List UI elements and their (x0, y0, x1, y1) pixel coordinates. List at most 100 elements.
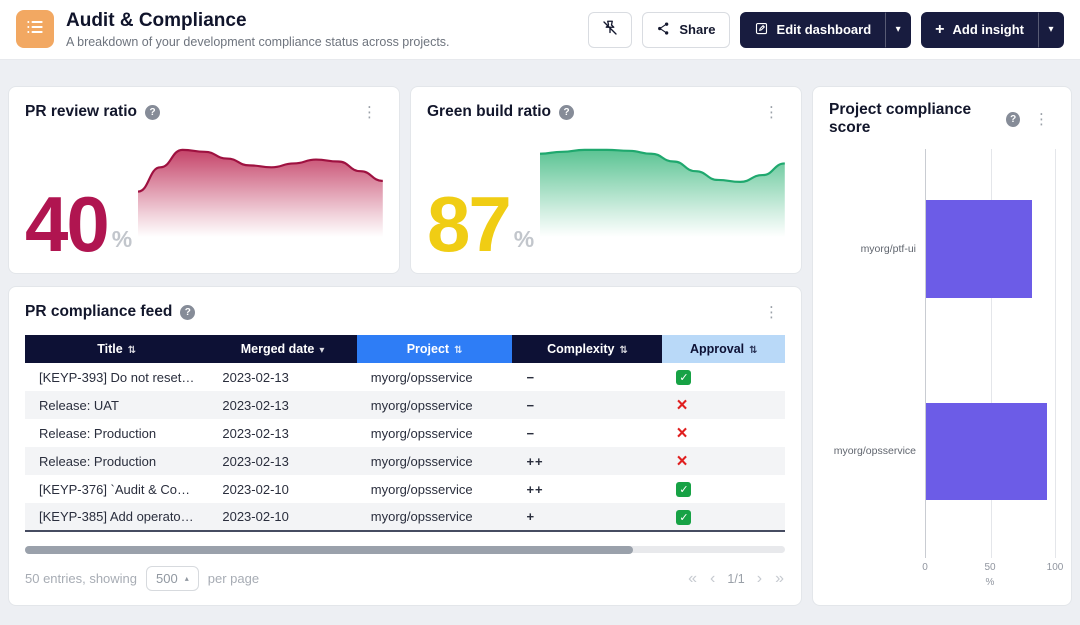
approval-fail-icon: × (676, 395, 687, 416)
prev-page-button[interactable]: ‹ (709, 570, 716, 588)
edit-dashboard-label: Edit dashboard (777, 22, 872, 37)
cell-complexity: ++ (512, 447, 662, 475)
column-label: Approval (690, 342, 744, 356)
pin-off-icon (601, 19, 619, 40)
column-label: Complexity (547, 342, 614, 356)
x-axis-label: % (925, 577, 1055, 591)
cell-merged-date: 2023-02-10 (208, 475, 356, 503)
pr-review-value: 40 (25, 190, 108, 259)
share-button[interactable]: Share (642, 12, 729, 48)
cell-approval: ✓ (662, 475, 785, 503)
card-menu-button[interactable]: ⋮ (758, 301, 785, 323)
cell-title: [KEYP-376] `Audit & Co… (25, 475, 208, 503)
share-button-label: Share (679, 22, 715, 37)
pr-feed-table: Title ⇅ Merged date▾Project⇅ Complexity ⇅ App… (25, 335, 785, 532)
column-header-project[interactable]: Project⇅ (357, 335, 513, 363)
card-menu-button[interactable]: ⋮ (758, 101, 785, 123)
unpin-button[interactable] (588, 12, 632, 48)
sort-icon: ⇅ (454, 345, 462, 356)
add-insight-label: Add insight (953, 22, 1025, 37)
cell-complexity: ++ (512, 475, 662, 503)
card-title: PR review ratio (25, 103, 137, 121)
card-menu-button[interactable]: ⋮ (356, 101, 383, 123)
plus-icon: + (935, 21, 944, 39)
cell-title: Release: UAT (25, 391, 208, 419)
cell-complexity: − (512, 391, 662, 419)
next-page-button[interactable]: › (756, 570, 763, 588)
page-size-select[interactable]: 500 ▴ (146, 566, 199, 591)
dashboard-content: PR review ratio ? ⋮ 40 % (0, 60, 1080, 606)
column-header-approval[interactable]: Approval⇅ (662, 335, 785, 363)
add-insight-split-button: + Add insight ▾ (921, 12, 1064, 48)
pr-compliance-feed-card: PR compliance feed ? ⋮ Title ⇅ Merged date… (8, 286, 802, 606)
bar-chart-plot-area (925, 149, 1055, 558)
approval-pass-icon: ✓ (676, 510, 691, 525)
x-tick: 0 (922, 562, 928, 573)
help-icon[interactable]: ? (145, 105, 160, 120)
help-icon[interactable]: ? (180, 305, 195, 320)
column-label: Title (97, 342, 122, 356)
cell-merged-date: 2023-02-13 (208, 363, 356, 391)
gridline-100 (1055, 149, 1056, 558)
bar-category-label: myorg/opsservice (834, 445, 916, 457)
card-title: PR compliance feed (25, 303, 172, 321)
column-header-merged-date[interactable]: Merged date▾ (208, 335, 356, 363)
pr-review-sparkline-chart (138, 133, 383, 237)
approval-pass-icon: ✓ (676, 370, 691, 385)
table-row: [KEYP-376] `Audit & Co…2023-02-10myorg/o… (25, 475, 785, 503)
table-header-row: Title ⇅ Merged date▾Project⇅ Complexity ⇅ App… (25, 335, 785, 363)
page-subtitle: A breakdown of your development complian… (66, 35, 450, 49)
cell-approval: × (662, 419, 785, 447)
approval-pass-icon: ✓ (676, 482, 691, 497)
column-header-title[interactable]: Title ⇅ (25, 335, 208, 363)
help-icon[interactable]: ? (1006, 112, 1020, 127)
cell-title: [KEYP-385] Add operato… (25, 503, 208, 531)
bar-myorg-ptf-ui[interactable] (926, 200, 1032, 298)
approval-fail-icon: × (676, 451, 687, 472)
list-icon (25, 17, 45, 42)
approval-fail-icon: × (676, 423, 687, 444)
sort-icon: ⇅ (619, 345, 627, 356)
green-build-sparkline-chart (540, 133, 785, 237)
cell-merged-date: 2023-02-13 (208, 419, 356, 447)
help-icon[interactable]: ? (559, 105, 574, 120)
sort-icon: ⇅ (128, 345, 136, 356)
green-build-ratio-card: Green build ratio ? ⋮ 87 % (410, 86, 802, 274)
edit-pencil-icon (754, 21, 769, 39)
project-compliance-score-card: Project compliance score ? ⋮ myorg/ptf-u… (812, 86, 1072, 606)
cell-project: myorg/opsservice (357, 475, 513, 503)
table-row: Release: UAT2023-02-13myorg/opsservice−× (25, 391, 785, 419)
chevron-down-icon: ▾ (896, 24, 901, 35)
bar-category-label: myorg/ptf-ui (861, 243, 916, 255)
page-header: Audit & Compliance A breakdown of your d… (0, 0, 1080, 60)
dashboard-icon-tile (16, 10, 54, 48)
pr-review-ratio-card: PR review ratio ? ⋮ 40 % (8, 86, 400, 274)
x-tick: 50 (984, 562, 995, 573)
bar-myorg-opsservice[interactable] (926, 403, 1047, 500)
edit-dashboard-split-button: Edit dashboard ▾ (740, 12, 912, 48)
green-build-unit: % (514, 226, 534, 253)
add-insight-menu-caret[interactable]: ▾ (1038, 12, 1064, 48)
card-menu-button[interactable]: ⋮ (1028, 108, 1055, 130)
card-title: Green build ratio (427, 103, 551, 121)
last-page-button[interactable]: » (774, 570, 785, 588)
x-tick: 100 (1047, 562, 1064, 573)
first-page-button[interactable]: « (687, 570, 698, 588)
cell-project: myorg/opsservice (357, 363, 513, 391)
cell-approval: ✓ (662, 363, 785, 391)
pr-feed-table-body: [KEYP-393] Do not reset…2023-02-13myorg/… (25, 363, 785, 531)
add-insight-button[interactable]: + Add insight (921, 12, 1038, 48)
edit-dashboard-menu-caret[interactable]: ▾ (885, 12, 911, 48)
cell-merged-date: 2023-02-10 (208, 503, 356, 531)
table-row: Release: Production2023-02-13myorg/opsse… (25, 447, 785, 475)
cell-project: myorg/opsservice (357, 391, 513, 419)
horizontal-scrollbar-thumb[interactable] (25, 546, 633, 554)
column-header-complexity[interactable]: Complexity ⇅ (512, 335, 662, 363)
cell-complexity: − (512, 419, 662, 447)
green-build-value: 87 (427, 190, 510, 259)
cell-approval: ✓ (662, 503, 785, 531)
compliance-bar-chart: myorg/ptf-ui myorg/opsservice (829, 149, 1055, 558)
edit-dashboard-button[interactable]: Edit dashboard (740, 12, 886, 48)
cell-title: Release: Production (25, 419, 208, 447)
cell-merged-date: 2023-02-13 (208, 391, 356, 419)
